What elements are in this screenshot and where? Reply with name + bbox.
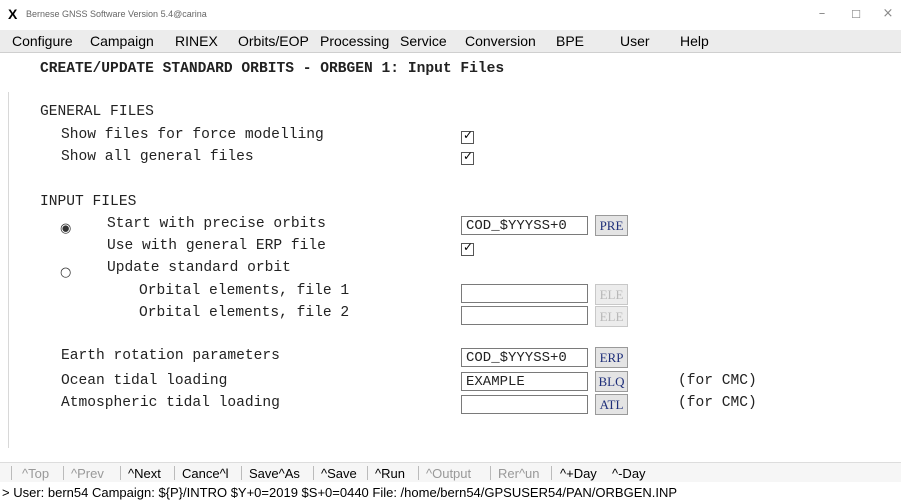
close-button[interactable]: ×	[878, 6, 898, 21]
toolbar-separator	[418, 466, 419, 480]
menu-service[interactable]: Service	[400, 33, 447, 49]
rerun-button[interactable]: Rer^un	[498, 466, 540, 481]
atl-select-button[interactable]: ATL	[595, 394, 628, 415]
app-logo-icon: X	[8, 6, 18, 22]
pre-select-button[interactable]: PRE	[595, 215, 628, 236]
plus-day-button[interactable]: ^+Day	[560, 466, 597, 481]
toolbar-separator	[313, 466, 314, 480]
erp-label: Earth rotation parameters	[61, 348, 280, 364]
ele1-select-button[interactable]: ELE	[595, 284, 628, 305]
save-button[interactable]: ^Save	[321, 466, 357, 481]
general-files-header: GENERAL FILES	[40, 104, 154, 120]
menu-help[interactable]: Help	[680, 33, 709, 49]
toolbar-separator	[367, 466, 368, 480]
output-button[interactable]: ^Output	[426, 466, 471, 481]
atl-label: Atmospheric tidal loading	[61, 395, 280, 411]
ele2-label: Orbital elements, file 2	[139, 305, 350, 321]
show-force-label: Show files for force modelling	[61, 127, 324, 143]
otl-label: Ocean tidal loading	[61, 373, 228, 389]
otl-note: (for CMC)	[678, 373, 757, 389]
check-icon: ✓	[463, 240, 474, 254]
command-toolbar: ^Top ^Prev ^Next Cance^l Save^As ^Save ^…	[0, 462, 901, 483]
maximize-button[interactable]: ☐	[846, 8, 866, 21]
toolbar-separator	[120, 466, 121, 480]
toolbar-separator	[11, 466, 12, 480]
erp-field[interactable]: COD_$YYYSS+0	[461, 348, 588, 367]
menu-campaign[interactable]: Campaign	[90, 33, 154, 49]
menu-configure[interactable]: Configure	[12, 33, 73, 49]
menu-orbits-eop[interactable]: Orbits/EOP	[238, 33, 309, 49]
toolbar-separator	[490, 466, 491, 480]
cancel-button[interactable]: Cance^l	[182, 466, 229, 481]
toolbar-separator	[63, 466, 64, 480]
menu-conversion[interactable]: Conversion	[465, 33, 536, 49]
next-button[interactable]: ^Next	[128, 466, 161, 481]
window-title: Bernese GNSS Software Version 5.4@carina	[26, 9, 207, 19]
panel-left-border	[8, 92, 9, 448]
ele2-select-button[interactable]: ELE	[595, 306, 628, 327]
ele2-field[interactable]	[461, 306, 588, 325]
input-files-header: INPUT FILES	[40, 194, 137, 210]
check-icon: ✓	[463, 149, 474, 163]
status-text: > User: bern54 Campaign: ${P}/INTRO $Y+0…	[2, 485, 678, 500]
blq-select-button[interactable]: BLQ	[595, 371, 628, 392]
prev-button[interactable]: ^Prev	[71, 466, 104, 481]
update-orbit-label: Update standard orbit	[107, 260, 291, 276]
title-bar: X Bernese GNSS Software Version 5.4@cari…	[0, 0, 901, 30]
precise-orbits-field[interactable]: COD_$YYYSS+0	[461, 216, 588, 235]
status-bar: > User: bern54 Campaign: ${P}/INTRO $Y+0…	[0, 482, 901, 502]
show-all-checkbox[interactable]: ✓	[461, 149, 474, 165]
precise-orbits-label: Start with precise orbits	[107, 216, 326, 232]
precise-orbits-radio[interactable]: ◉	[60, 221, 71, 236]
otl-field[interactable]: EXAMPLE	[461, 372, 588, 391]
erp-select-button[interactable]: ERP	[595, 347, 628, 368]
check-icon: ✓	[463, 128, 474, 142]
ele1-field[interactable]	[461, 284, 588, 303]
erp-use-checkbox[interactable]: ✓	[461, 240, 474, 256]
menu-bpe[interactable]: BPE	[556, 33, 584, 49]
menu-rinex[interactable]: RINEX	[175, 33, 218, 49]
toolbar-separator	[174, 466, 175, 480]
menu-bar: Configure Campaign RINEX Orbits/EOP Proc…	[0, 30, 901, 53]
save-as-button[interactable]: Save^As	[249, 466, 300, 481]
top-button[interactable]: ^Top	[22, 466, 49, 481]
toolbar-separator	[241, 466, 242, 480]
menu-processing[interactable]: Processing	[320, 33, 389, 49]
show-all-label: Show all general files	[61, 149, 254, 165]
erp-use-label: Use with general ERP file	[107, 238, 326, 254]
atl-note: (for CMC)	[678, 395, 757, 411]
update-orbit-radio[interactable]: ○	[60, 265, 71, 280]
minimize-button[interactable]: –	[812, 6, 832, 21]
atl-field[interactable]	[461, 395, 588, 414]
run-button[interactable]: ^Run	[375, 466, 405, 481]
minus-day-button[interactable]: ^-Day	[612, 466, 646, 481]
ele1-label: Orbital elements, file 1	[139, 283, 350, 299]
toolbar-separator	[551, 466, 552, 480]
menu-user[interactable]: User	[620, 33, 650, 49]
show-force-checkbox[interactable]: ✓	[461, 128, 474, 144]
page-title: CREATE/UPDATE STANDARD ORBITS - ORBGEN 1…	[40, 61, 505, 77]
